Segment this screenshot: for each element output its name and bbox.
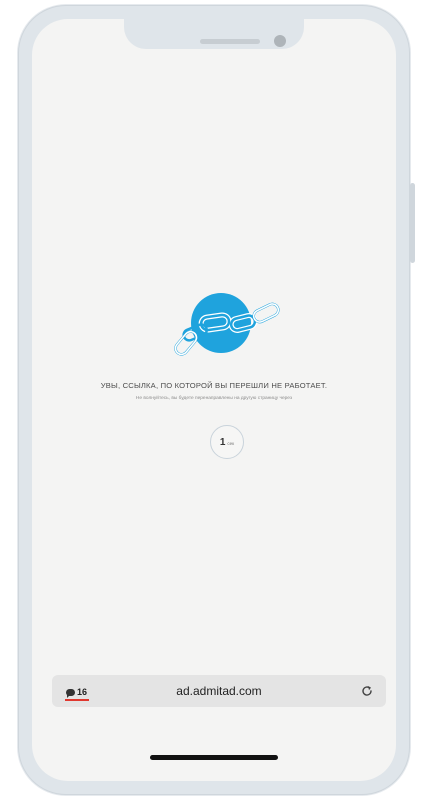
countdown-value: 1 xyxy=(219,436,226,448)
redirect-notice: Не волнуйтесь, вы будете перенаправлены … xyxy=(135,396,293,401)
broken-chain-logo xyxy=(174,293,280,356)
side-button xyxy=(410,183,415,263)
address-bar[interactable]: 16 ad.admitad.com xyxy=(52,675,386,707)
countdown-unit: сек xyxy=(227,440,235,446)
front-camera xyxy=(274,35,286,47)
reload-icon[interactable] xyxy=(360,684,374,698)
redirect-countdown: 1 сек xyxy=(210,425,244,459)
url-domain[interactable]: ad.admitad.com xyxy=(52,684,386,698)
screen: Увы, ссылка, по которой вы перешли не ра… xyxy=(32,19,396,781)
phone-frame: Увы, ссылка, по которой вы перешли не ра… xyxy=(18,5,415,795)
badge-underline xyxy=(65,699,89,701)
home-indicator[interactable] xyxy=(150,755,278,760)
speaker xyxy=(200,39,260,44)
error-title: Увы, ссылка, по которой вы перешли не ра… xyxy=(100,381,328,390)
